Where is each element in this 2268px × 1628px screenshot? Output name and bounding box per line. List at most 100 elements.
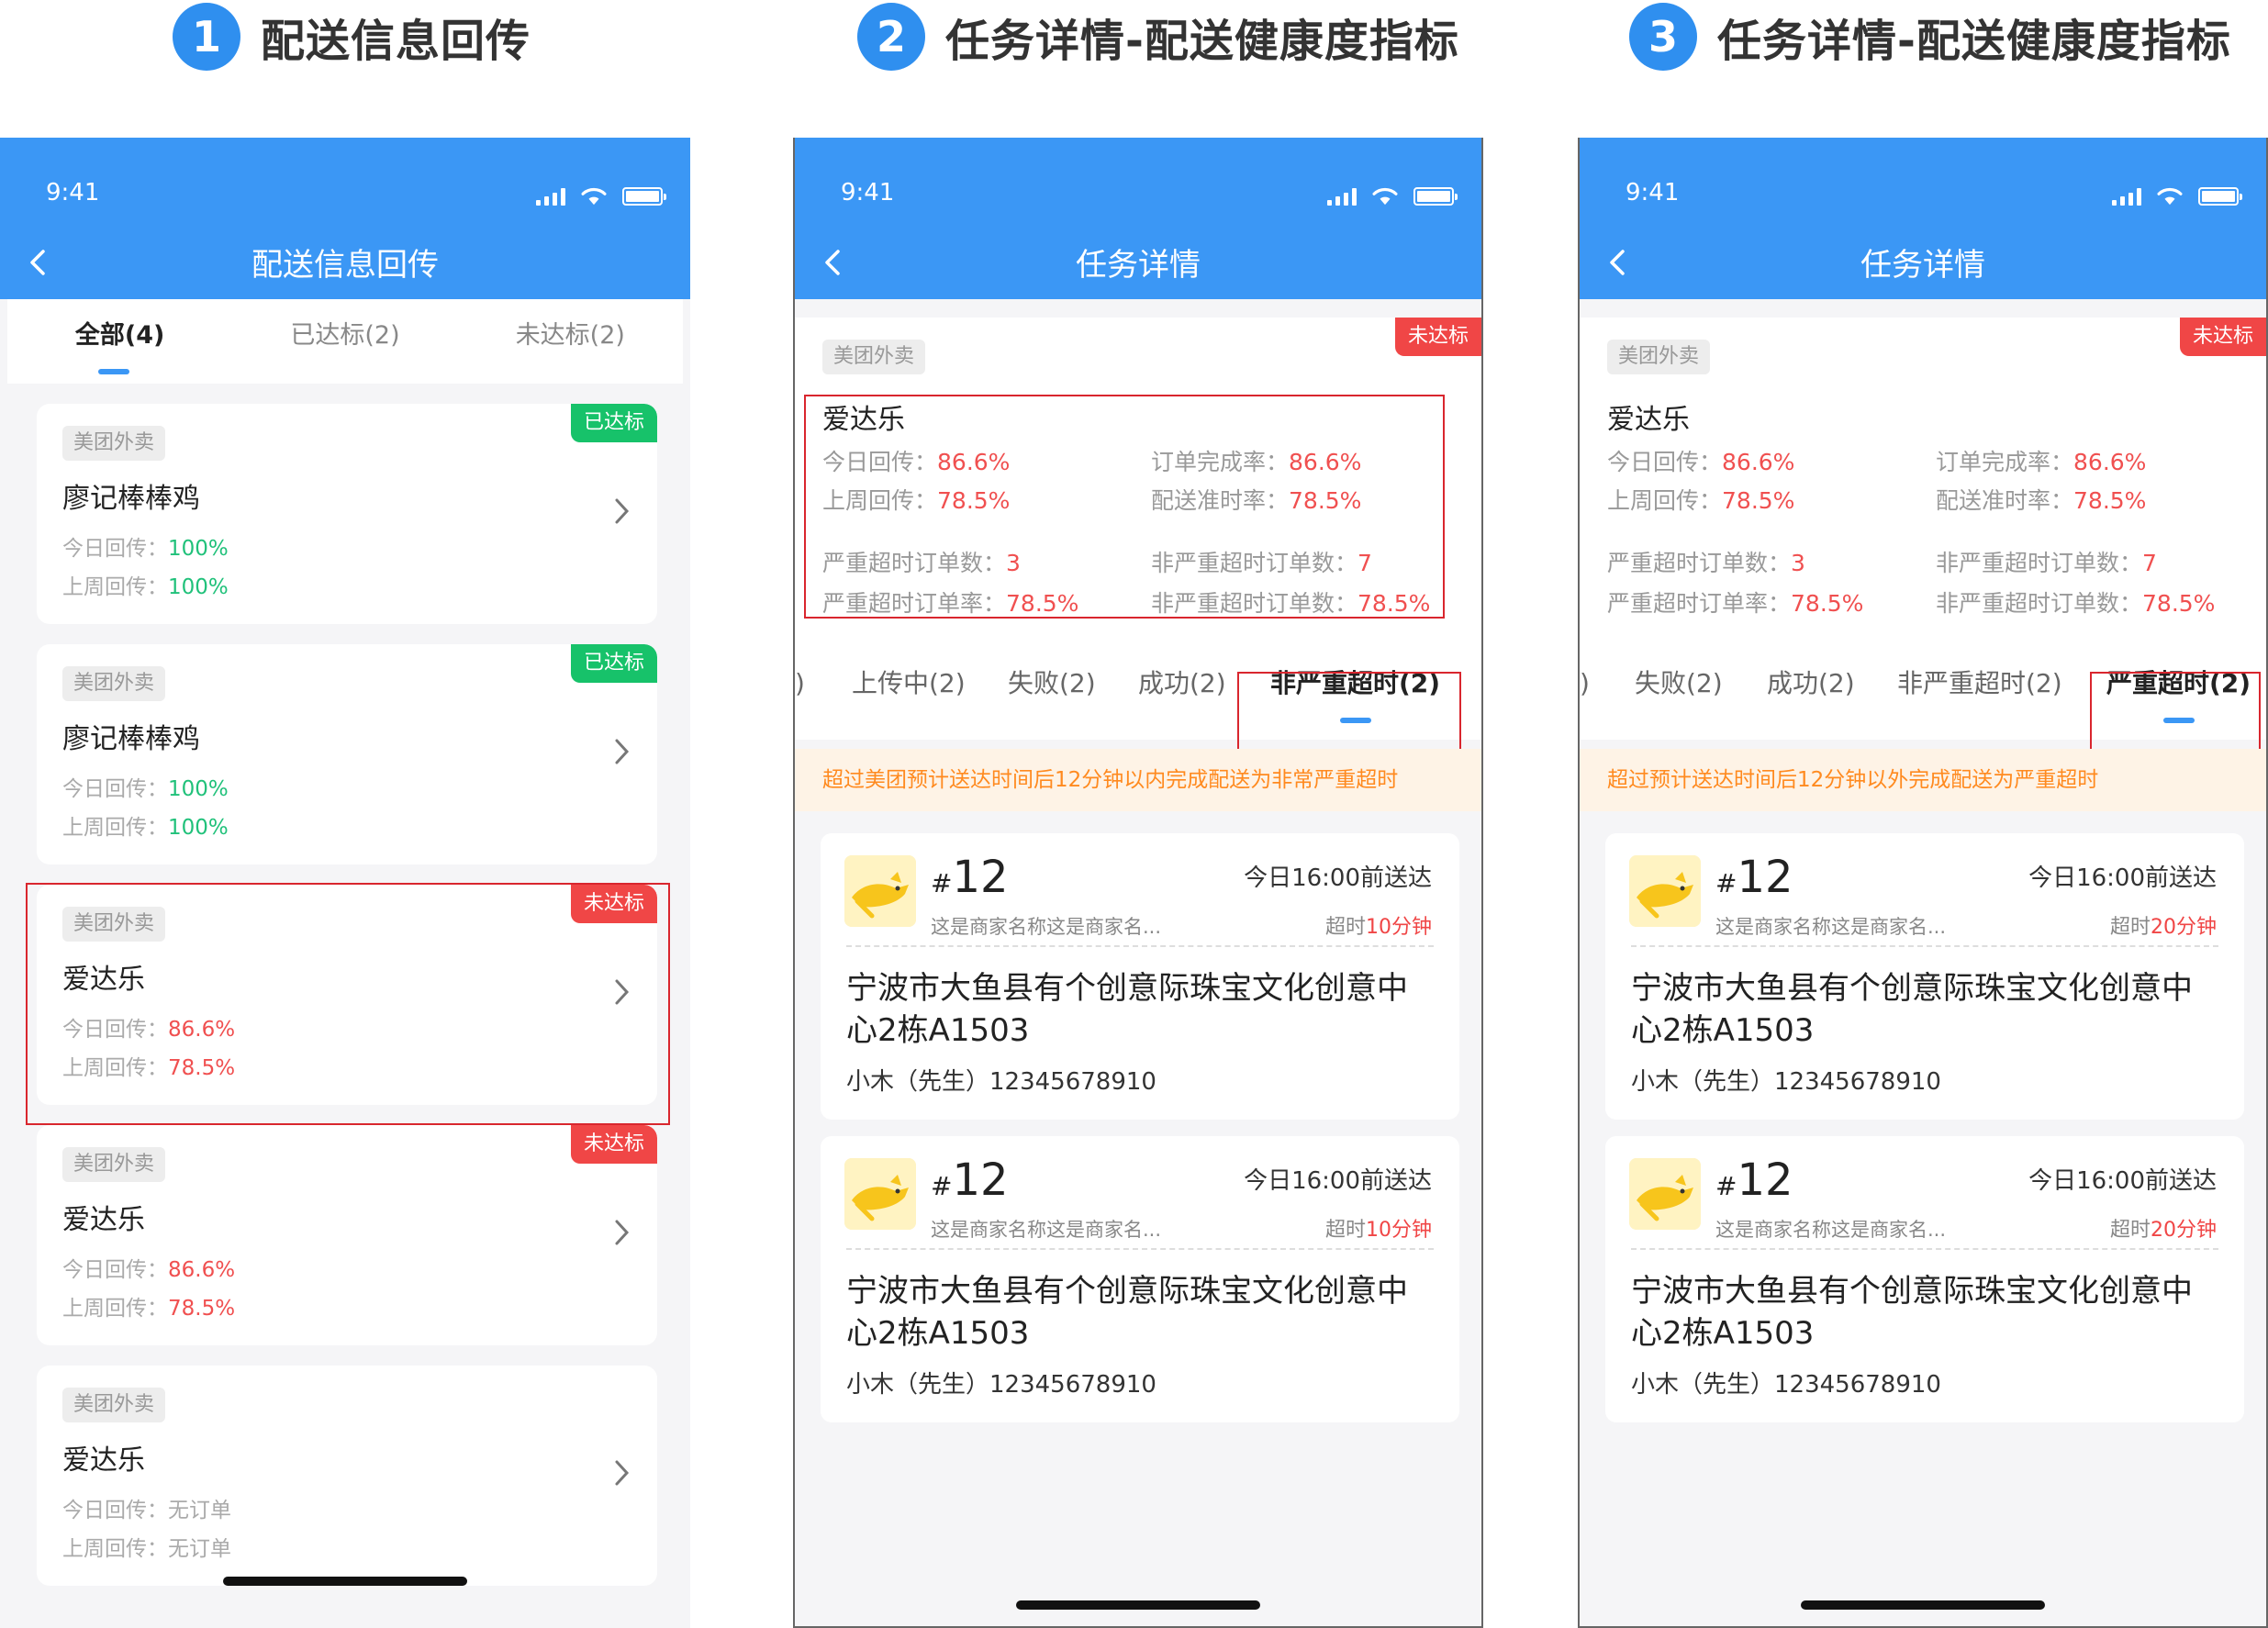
merchant-logo-icon (844, 1158, 916, 1230)
step-number: 2 (857, 3, 925, 71)
phone-screen-1: 9:41 配送信息回传 全部(4) 已达标(2) 未达标(2) 美团外卖 已达标… (0, 138, 690, 1628)
status-time: 9:41 (1626, 179, 1680, 206)
tab-success[interactable]: 成功(2) (1138, 639, 1226, 740)
lastweek-upload: 上周回传：100% (62, 575, 229, 599)
order-card[interactable]: #12 这是商家名称这是商家名... 今日16:00前送达 超时10分钟 宁波市… (821, 1136, 1459, 1422)
platform-tag: 美团外卖 (62, 1388, 166, 1422)
signal-icon (536, 187, 565, 206)
lastweek-upload: 上周回传：无订单 (62, 1537, 231, 1561)
order-card[interactable]: #12 这是商家名称这是商家名... 今日16:00前送达 超时10分钟 宁波市… (821, 833, 1459, 1120)
step-title: 任务详情-配送健康度指标 (1717, 16, 2231, 67)
step-number: 1 (173, 3, 240, 71)
delivery-address: 宁波市大鱼县有个创意际珠宝文化创意中心2栋A1503 (846, 1273, 1408, 1352)
merchant-logo-icon (1629, 1158, 1701, 1230)
delivery-deadline: 今日16:00前送达 (2028, 1167, 2217, 1195)
back-button[interactable] (28, 225, 64, 299)
delivery-deadline: 今日16:00前送达 (2028, 864, 2217, 892)
home-indicator (223, 1577, 467, 1586)
wifi-icon (1372, 187, 1398, 206)
phone-screen-3: 9:41 任务详情 美团外卖 未达标 爱达乐 今日回传：86.6% 上周回传：7… (1578, 138, 2268, 1628)
merchant-name: 这是商家名称这是商家名... (1715, 1219, 1947, 1241)
battery-icon (2198, 187, 2242, 206)
signal-icon (1327, 187, 1357, 206)
tab-success[interactable]: 成功(2) (1767, 639, 1855, 740)
order-number: #12 (931, 852, 1009, 903)
store-card[interactable]: 美团外卖 未达标 爱达乐 今日回传：86.6% 上周回传：78.5% (37, 1125, 657, 1345)
today-upload: 今日回传：100% (62, 777, 229, 801)
store-name: 爱达乐 (62, 1444, 145, 1477)
tab-all[interactable]: 全部(4) (7, 299, 232, 384)
severe-overtime-count: 严重超时订单数：3 (1607, 550, 1805, 576)
store-card[interactable]: 美团外卖 已达标 廖记棒棒鸡 今日回传：100% 上周回传：100% (37, 404, 657, 624)
page-title: 任务详情 (1860, 247, 1985, 284)
delivery-deadline: 今日16:00前送达 (1244, 1167, 1432, 1195)
page-title: 配送信息回传 (251, 247, 439, 284)
order-number: #12 (931, 1154, 1009, 1206)
chevron-left-icon (825, 249, 840, 275)
customer-contact: 小木（先生）12345678910 (1631, 1371, 1941, 1399)
chevron-left-icon (1610, 249, 1625, 275)
platform-tag: 美团外卖 (62, 1147, 166, 1182)
battery-icon (1413, 187, 1458, 206)
signal-icon (2112, 187, 2141, 206)
platform-tag: 美团外卖 (822, 340, 926, 374)
lastweek-upload: 上周回传：100% (62, 816, 229, 840)
merchant-name: 这是商家名称这是商家名... (931, 1219, 1162, 1241)
lastweek-upload: 上周回传：78.5% (62, 1297, 236, 1321)
delivery-address: 宁波市大鱼县有个创意际珠宝文化创意中心2栋A1503 (846, 970, 1408, 1049)
highlight-box (26, 883, 670, 1125)
divider (846, 1248, 1434, 1250)
tab-uploading[interactable]: 上传中(2) (852, 639, 966, 740)
status-badge: 未达标 (1394, 318, 1481, 356)
store-card[interactable]: 美团外卖 已达标 廖记棒棒鸡 今日回传：100% 上周回传：100% (37, 644, 657, 864)
wifi-icon (2157, 187, 2183, 206)
status-bar: 9:41 (1580, 138, 2266, 225)
order-card[interactable]: #12 这是商家名称这是商家名... 今日16:00前送达 超时20分钟 宁波市… (1605, 1136, 2244, 1422)
battery-icon (622, 187, 666, 206)
highlight-box (804, 395, 1445, 619)
step-header-2: 2 任务详情-配送健康度指标 (857, 0, 1459, 73)
nav-bar: 任务详情 (795, 225, 1481, 299)
wifi-icon (581, 187, 607, 206)
severe-overtime-rate: 严重超时订单率：78.5% (1607, 590, 1864, 617)
status-time: 9:41 (841, 179, 895, 206)
platform-tag: 美团外卖 (1607, 340, 1711, 374)
order-card[interactable]: #12 这是商家名称这是商家名... 今日16:00前送达 超时20分钟 宁波市… (1605, 833, 2244, 1120)
tab-failed[interactable]: 失败(2) (1635, 639, 1723, 740)
overtime-label: 超时10分钟 (1324, 1219, 1432, 1242)
page-title: 任务详情 (1076, 247, 1201, 284)
nav-bar: 任务详情 (1580, 225, 2266, 299)
phone-screen-2: 9:41 任务详情 美团外卖 未达标 爱达乐 今日回传：86.6% 上周回传：7… (793, 138, 1483, 1628)
store-name: 爱达乐 (1607, 404, 1690, 436)
notice-banner: 超过美团预计送达时间后12分钟以内完成配送为非常严重超时 (795, 749, 1481, 811)
store-name: 爱达乐 (62, 1204, 145, 1236)
ontime-rate: 配送准时率：78.5% (1936, 487, 2147, 514)
nonsevere-overtime-count: 非严重超时订单数：7 (1936, 550, 2157, 576)
tab-fragment: ) (795, 668, 805, 698)
merchant-logo-icon (1629, 855, 1701, 927)
tab-failed[interactable]: 失败(2) (1008, 639, 1096, 740)
divider (846, 945, 1434, 947)
order-number: #12 (1715, 1154, 1793, 1206)
customer-contact: 小木（先生）12345678910 (1631, 1068, 1941, 1096)
divider (1631, 1248, 2218, 1250)
customer-contact: 小木（先生）12345678910 (846, 1068, 1156, 1096)
status-badge: 已达标 (570, 404, 657, 442)
chevron-right-icon (615, 1220, 630, 1245)
today-upload: 今日回传：无订单 (62, 1499, 231, 1522)
tab-unmet[interactable]: 未达标(2) (458, 299, 683, 384)
store-info-card: 美团外卖 未达标 爱达乐 今日回传：86.6% 上周回传：78.5% 订单完成率… (1580, 318, 2266, 639)
status-badge: 未达标 (570, 1125, 657, 1164)
nav-bar: 配送信息回传 (0, 225, 690, 299)
home-indicator (1801, 1600, 2045, 1610)
today-upload: 今日回传：100% (62, 537, 229, 561)
store-name: 廖记棒棒鸡 (62, 483, 200, 515)
store-card[interactable]: 美团外卖 爱达乐 今日回传：无订单 上周回传：无订单 (37, 1366, 657, 1586)
notice-banner: 超过预计送达时间后12分钟以外完成配送为严重超时 (1580, 749, 2266, 811)
today-upload: 今日回传：86.6% (62, 1258, 236, 1282)
back-button[interactable] (1607, 225, 1644, 299)
back-button[interactable] (822, 225, 859, 299)
step-title: 任务详情-配送健康度指标 (945, 16, 1459, 67)
tab-nonsevere-overtime[interactable]: 非严重超时(2) (1897, 639, 2062, 740)
tab-met[interactable]: 已达标(2) (232, 299, 457, 384)
